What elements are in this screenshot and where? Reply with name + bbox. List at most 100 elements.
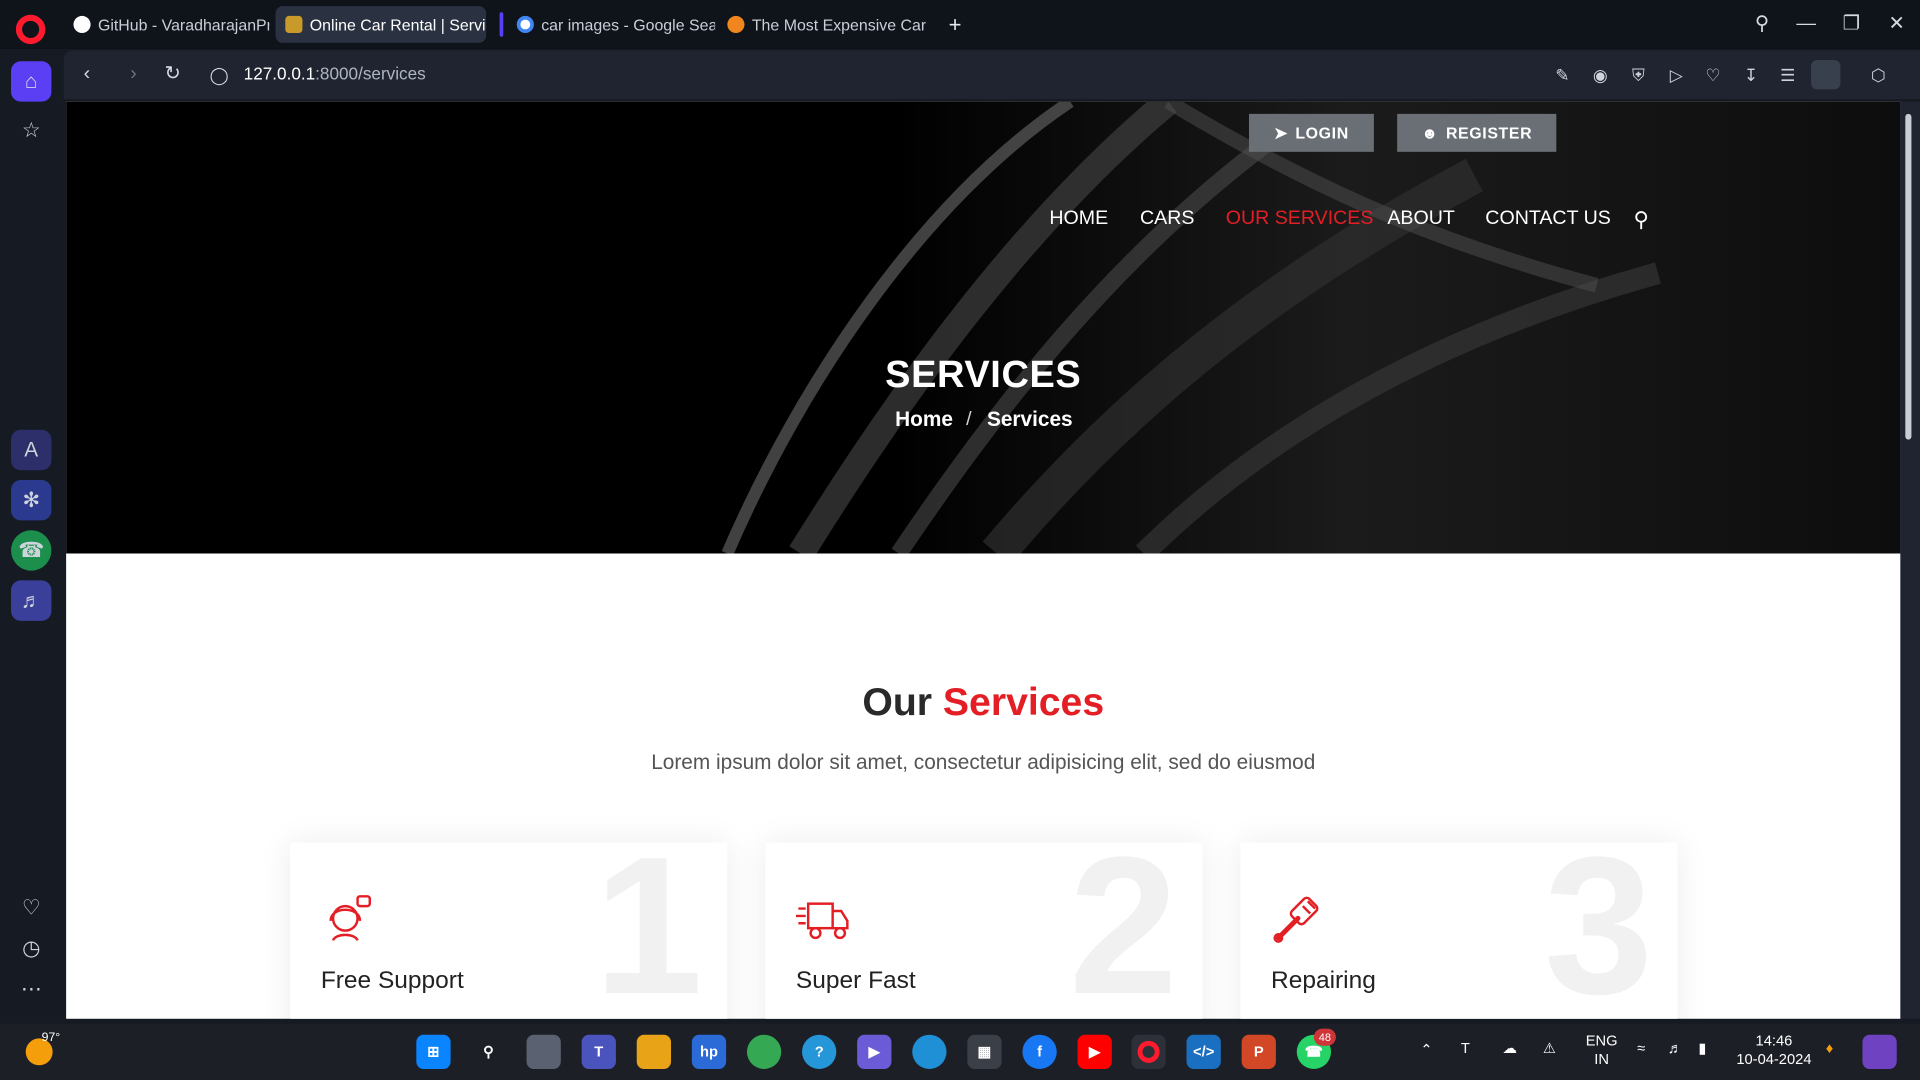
my-flow-heart-icon[interactable]: ♡ <box>1702 64 1724 86</box>
clock[interactable]: 14:46 10-04-2024 <box>1736 1032 1811 1069</box>
section-title: Our Services <box>66 680 1900 725</box>
app-icon[interactable]: ▶ <box>857 1034 892 1069</box>
tab-title: The Most Expensive Car In <box>751 15 926 34</box>
copilot-icon[interactable] <box>1862 1034 1897 1069</box>
new-tab-icon[interactable]: + <box>943 12 967 36</box>
card-number: 2 <box>1068 842 1178 1019</box>
facebook-icon[interactable]: f <box>1022 1034 1057 1069</box>
opera-logo-icon[interactable] <box>15 14 46 45</box>
close-icon[interactable]: ✕ <box>1882 10 1911 39</box>
profile-icon[interactable] <box>1811 60 1841 90</box>
teams-icon[interactable]: T <box>581 1034 616 1069</box>
site-info-icon[interactable]: ◯ <box>207 62 231 86</box>
language-indicator[interactable]: ENG IN <box>1586 1032 1618 1069</box>
register-button[interactable]: ☻ REGISTER <box>1397 113 1557 152</box>
notification-bell-icon[interactable]: ♦ <box>1826 1040 1834 1057</box>
section-subtitle: Lorem ipsum dolor sit amet, consectetur … <box>651 750 1316 774</box>
windows-start-icon[interactable]: ⊞ <box>416 1034 451 1069</box>
clock-time: 14:46 <box>1755 1032 1793 1050</box>
hero-banner: ➤ LOGIN ☻ REGISTER HOME CARS OUR SERVICE… <box>66 101 1901 554</box>
edge-icon[interactable] <box>912 1034 947 1069</box>
heart-icon[interactable]: ♡ <box>11 888 51 928</box>
tab-github[interactable]: GitHub - VaradharajanProj <box>64 6 270 43</box>
restore-icon[interactable]: ❐ <box>1837 10 1866 39</box>
messenger-icon[interactable]: ✻ <box>11 480 52 521</box>
adblock-icon[interactable]: ⛨ <box>1627 64 1649 86</box>
security-icon[interactable]: ⚠ <box>1543 1040 1556 1057</box>
music-player-icon[interactable]: ♬ <box>11 580 52 621</box>
clock-date: 10-04-2024 <box>1736 1050 1812 1068</box>
service-card[interactable]: 2 Super Fast <box>765 842 1203 1019</box>
tray-expand-icon[interactable]: ⌃ <box>1420 1041 1432 1058</box>
snap-edit-icon[interactable]: ✎ <box>1551 64 1573 86</box>
service-card[interactable]: 3 Repairing <box>1240 842 1678 1019</box>
minimize-icon[interactable]: — <box>1791 10 1820 39</box>
google-icon <box>516 15 534 34</box>
download-icon[interactable]: ↧ <box>1740 64 1762 86</box>
more-icon[interactable]: ⋯ <box>11 969 51 1009</box>
star-icon[interactable]: ☆ <box>11 110 51 150</box>
nav-home[interactable]: HOME <box>1049 208 1108 230</box>
task-view-icon[interactable] <box>526 1034 561 1069</box>
card-number: 1 <box>593 842 703 1019</box>
tab-expensive-car[interactable]: The Most Expensive Car In <box>718 6 926 43</box>
store-icon[interactable]: ▦ <box>967 1034 1002 1069</box>
register-label: REGISTER <box>1445 123 1533 143</box>
scrollbar-thumb[interactable] <box>1905 113 1912 440</box>
myhp-icon[interactable]: hp <box>691 1034 727 1069</box>
tab-title: GitHub - VaradharajanProj <box>97 15 270 34</box>
chrome-icon[interactable] <box>746 1034 782 1069</box>
reload-icon[interactable]: ↻ <box>160 62 184 86</box>
help-icon[interactable]: ? <box>802 1034 837 1069</box>
easy-setup-icon[interactable]: ☰ <box>1777 64 1799 86</box>
file-explorer-icon[interactable] <box>636 1034 672 1069</box>
home-icon[interactable]: ⌂ <box>11 61 52 102</box>
opera-taskbar-icon[interactable] <box>1131 1034 1166 1069</box>
region-code: IN <box>1594 1050 1609 1068</box>
breadcrumb-home[interactable]: Home <box>895 408 953 432</box>
breadcrumb-separator: / <box>966 408 972 430</box>
teams-tray-icon[interactable]: T <box>1461 1040 1470 1057</box>
sign-in-icon: ➤ <box>1274 123 1288 142</box>
service-card[interactable]: 1 Free Support <box>290 842 728 1019</box>
powerpoint-icon[interactable]: P <box>1241 1034 1276 1069</box>
url-field[interactable]: 127.0.0.1:8000/services <box>244 64 426 84</box>
search-icon[interactable]: ⚲ <box>1633 208 1648 232</box>
wrench-icon <box>1273 896 1319 943</box>
url-path: :8000/services <box>315 63 426 84</box>
onedrive-icon[interactable]: ☁ <box>1502 1040 1517 1057</box>
battery-icon[interactable]: ▮ <box>1698 1040 1706 1057</box>
web-page: ➤ LOGIN ☻ REGISTER HOME CARS OUR SERVICE… <box>66 101 1901 1019</box>
nav-our-services[interactable]: OUR SERVICES <box>1226 208 1374 230</box>
tab-car-rental[interactable]: Online Car Rental | Service <box>275 6 487 43</box>
nav-contact-us[interactable]: CONTACT US <box>1485 208 1611 230</box>
extensions-cube-icon[interactable]: ⬡ <box>1867 64 1889 86</box>
tab-search-icon[interactable]: ⚲ <box>1747 10 1776 39</box>
github-icon <box>73 15 91 34</box>
wifi-icon[interactable]: ≈ <box>1637 1040 1645 1057</box>
windows-taskbar: 97° ⊞ ⚲ T hp ? ▶ ▦ f ▶ </> P ☎ 48 ⌃ T ☁ … <box>0 1023 1920 1080</box>
page-scrollbar[interactable] <box>1900 101 1920 1019</box>
history-icon[interactable]: ◷ <box>11 928 51 968</box>
camera-icon[interactable]: ◉ <box>1589 64 1611 86</box>
vscode-icon[interactable]: </> <box>1186 1034 1221 1069</box>
forward-icon[interactable]: › <box>121 62 145 86</box>
screen: GitHub - VaradharajanProj Online Car Ren… <box>0 0 1920 1080</box>
volume-icon[interactable]: ♬ <box>1668 1040 1683 1057</box>
nav-about[interactable]: ABOUT <box>1387 208 1455 230</box>
youtube-icon[interactable]: ▶ <box>1077 1034 1112 1069</box>
whatsapp-badge: 48 <box>1313 1028 1336 1046</box>
url-host: 127.0.0.1 <box>243 63 316 84</box>
page-title: SERVICES <box>885 352 1082 396</box>
aria-icon[interactable]: A <box>11 429 52 471</box>
play-icon[interactable]: ▷ <box>1665 64 1687 86</box>
tab-google[interactable]: car images - Google Searc <box>507 6 715 43</box>
tab-title: car images - Google Searc <box>541 15 716 34</box>
language-code: ENG <box>1585 1032 1618 1050</box>
taskbar-search-icon[interactable]: ⚲ <box>471 1035 505 1069</box>
whatsapp-icon[interactable]: ☎ <box>11 530 52 571</box>
address-bar: ‹ › ↻ ◯ 127.0.0.1:8000/services ✎ ◉ ⛨ ▷ … <box>63 50 1920 100</box>
login-button[interactable]: ➤ LOGIN <box>1248 113 1374 152</box>
back-icon[interactable]: ‹ <box>75 62 99 86</box>
nav-cars[interactable]: CARS <box>1140 208 1194 230</box>
